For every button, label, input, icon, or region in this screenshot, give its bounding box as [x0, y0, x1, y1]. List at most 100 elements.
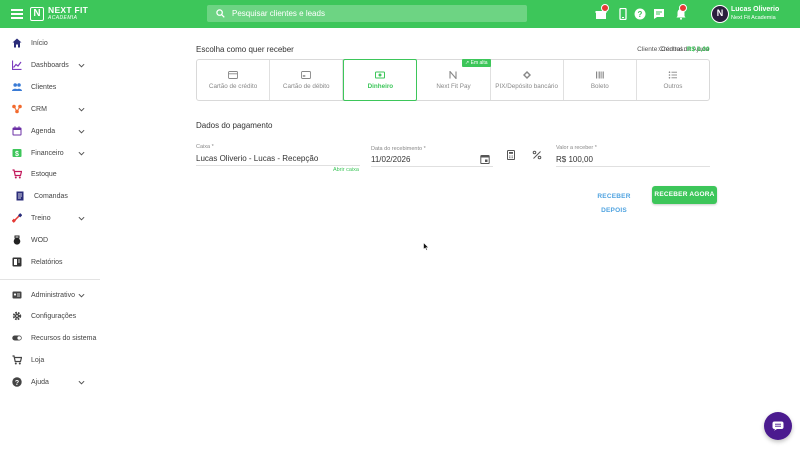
sidebar-item-treino[interactable]: Treino	[0, 209, 100, 227]
caixa-select[interactable]: Lucas Oliverio - Lucas - Recepção	[196, 154, 318, 163]
percent-icon[interactable]	[532, 150, 542, 160]
sidebar-item-label: Estoque	[31, 170, 57, 178]
nextfit-icon	[449, 70, 458, 79]
date-input[interactable]: 11/02/2026	[371, 155, 410, 164]
support-chat-button[interactable]	[764, 412, 792, 440]
method-label: Boleto	[590, 82, 609, 90]
menu-icon[interactable]	[11, 9, 23, 19]
receive-now-button[interactable]: RECEBER AGORA	[652, 186, 717, 204]
chevron-down-icon	[78, 107, 85, 112]
method-boleto[interactable]: Boleto	[564, 60, 637, 100]
sidebar-item-clientes[interactable]: Clientes	[0, 78, 100, 96]
credit-card-icon	[228, 70, 239, 79]
credits-label: Créditos:	[659, 46, 686, 53]
method-cash[interactable]: Dinheiro	[343, 59, 418, 101]
sidebar-item-label: CRM	[31, 105, 47, 113]
sidebar-item-label: Administrativo	[31, 291, 75, 299]
method-pix[interactable]: PIX/Depósito bancário	[491, 60, 564, 100]
sidebar-item-label: Configurações	[31, 312, 77, 320]
trending-label: Em alta	[470, 60, 488, 66]
sidebar-item-dashboards[interactable]: Dashboards	[0, 56, 100, 74]
sidebar-divider	[0, 279, 100, 280]
caixa-label: Caixa *	[196, 144, 214, 150]
sidebar-item-label: Loja	[31, 356, 45, 364]
sidebar-item-wod[interactable]: WOD	[0, 231, 100, 249]
page-title: Escolha como quer receber	[196, 45, 294, 54]
chat-icon[interactable]	[653, 8, 665, 20]
payment-methods: Cartão de crédito Cartão de débito Dinhe…	[196, 59, 710, 101]
sidebar-item-label: Clientes	[31, 83, 57, 91]
user-name[interactable]: Lucas Oliverio	[731, 6, 779, 13]
user-org: Next Fit Academia	[731, 15, 776, 21]
receive-later-button[interactable]: RECEBER DEPOIS	[584, 190, 644, 214]
list-icon	[668, 70, 677, 79]
sidebar-item-label: Agenda	[31, 127, 56, 135]
search-input[interactable]: Pesquisar clientes e leads	[207, 5, 527, 22]
sidebar-item-administrativo[interactable]: Administrativo	[0, 286, 100, 304]
calculator-icon[interactable]	[506, 150, 516, 160]
method-others[interactable]: Outros	[637, 60, 709, 100]
sidebar-item-crm[interactable]: CRM	[0, 100, 100, 118]
brand-sub: ACADEMIA	[48, 15, 78, 21]
method-label: PIX/Depósito bancário	[495, 82, 558, 90]
method-debit-card[interactable]: Cartão de débito	[270, 60, 344, 100]
sidebar-item-label: Recursos do sistema	[31, 334, 97, 342]
date-label: Data do recebimento *	[371, 146, 426, 152]
sidebar-item-ajuda[interactable]: ? Ajuda	[0, 373, 100, 391]
sidebar-item-estoque[interactable]: Estoque	[0, 165, 100, 183]
credits-info: Créditos: R$ 0,00	[659, 46, 710, 53]
sidebar-item-label: Treino	[31, 214, 51, 222]
phone-icon[interactable]	[617, 8, 629, 20]
method-label: Dinheiro	[367, 82, 394, 90]
sidebar-item-loja[interactable]: Loja	[0, 351, 100, 369]
date-underline	[371, 166, 493, 167]
calendar-picker-icon[interactable]	[480, 154, 490, 164]
method-label: Cartão de crédito	[208, 82, 258, 90]
bell-badge	[679, 4, 687, 12]
crm-icon	[12, 104, 22, 114]
sidebar-item-label: Relatórios	[31, 258, 63, 266]
open-cashier-link[interactable]: Abrir caixa	[333, 167, 359, 173]
receipt-icon	[16, 191, 24, 201]
mouse-cursor-icon	[423, 242, 429, 251]
brand-logo[interactable]: N NEXT FIT ACADEMIA	[30, 5, 88, 23]
chevron-down-icon	[78, 293, 85, 298]
chevron-down-icon	[78, 380, 85, 385]
chevron-down-icon	[78, 63, 85, 68]
top-bar: N NEXT FIT ACADEMIA Pesquisar clientes e…	[0, 0, 800, 28]
method-label: Outros	[663, 82, 683, 90]
amount-input[interactable]: R$ 100,00	[556, 155, 593, 164]
amount-underline	[556, 166, 710, 167]
trending-badge: ↗ Em alta	[462, 59, 491, 67]
sidebar-item-label: Comandas	[34, 192, 68, 200]
chart-icon	[12, 60, 22, 70]
payment-data-title: Dados do pagamento	[196, 121, 273, 130]
method-nextfit-pay[interactable]: ↗ Em alta Next Fit Pay	[417, 59, 491, 100]
brand-name: NEXT FIT	[48, 5, 89, 15]
amount-label: Valor a receber *	[556, 145, 597, 151]
gift-badge	[601, 4, 609, 12]
sidebar-item-agenda[interactable]: Agenda	[0, 122, 100, 140]
debit-card-icon	[301, 70, 312, 79]
sidebar-item-label: Financeiro	[31, 149, 64, 157]
sidebar-item-relatorios[interactable]: Relatórios	[0, 253, 100, 271]
svg-text:?: ?	[638, 10, 643, 19]
help-icon: ?	[12, 377, 22, 387]
calendar-icon	[12, 126, 22, 136]
avatar[interactable]: N	[711, 5, 729, 23]
sidebar-item-configuracoes[interactable]: Configurações	[0, 307, 100, 325]
gear-icon	[12, 311, 22, 321]
sidebar-item-label: Início	[31, 39, 48, 47]
sidebar-item-comandas[interactable]: Comandas	[0, 187, 100, 205]
sidebar-item-financeiro[interactable]: $ Financeiro	[0, 144, 100, 162]
caixa-underline	[196, 165, 360, 166]
sidebar-item-recursos[interactable]: Recursos do sistema	[0, 329, 100, 347]
method-label: Cartão de débito	[282, 82, 330, 90]
sidebar-item-inicio[interactable]: Início	[0, 34, 100, 52]
help-circle-icon[interactable]: ?	[634, 8, 646, 20]
cart-icon	[12, 169, 22, 179]
chevron-down-icon	[78, 151, 85, 156]
store-icon	[12, 355, 22, 365]
method-credit-card[interactable]: Cartão de crédito	[197, 60, 271, 100]
toggle-icon	[12, 335, 22, 341]
